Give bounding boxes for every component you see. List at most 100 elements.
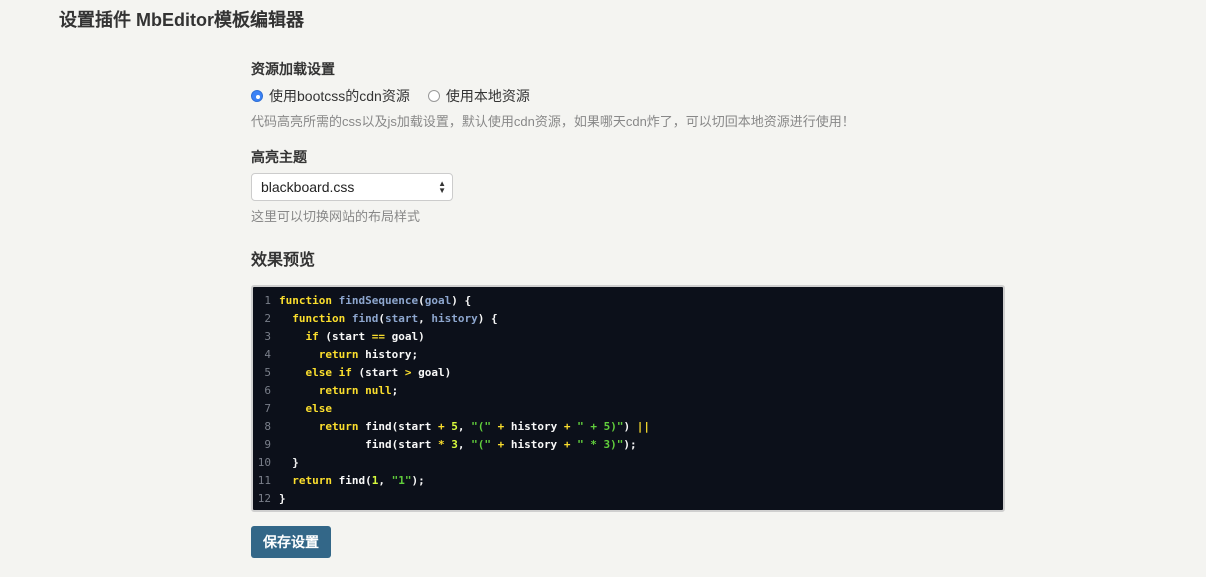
resource-help: 代码高亮所需的css以及js加载设置，默认使用cdn资源，如果哪天cdn炸了，可… — [251, 114, 855, 129]
code-token: * — [437, 438, 445, 451]
radio-cdn-label: 使用bootcss的cdn资源 — [269, 88, 410, 104]
code-text: } — [279, 454, 299, 472]
code-token: if — [305, 330, 319, 343]
resource-radio-group: 使用bootcss的cdn资源 使用本地资源 — [251, 86, 548, 106]
radio-cdn-dot[interactable] — [251, 90, 263, 102]
radio-local[interactable]: 使用本地资源 — [427, 86, 530, 106]
code-token: ( — [418, 294, 425, 307]
code-token: " * 3)" — [577, 438, 624, 451]
line-number: 11 — [257, 474, 271, 487]
code-token: return — [292, 474, 332, 487]
code-token: 3 — [451, 438, 458, 451]
code-token: find( — [332, 474, 372, 487]
line-number: 6 — [264, 384, 271, 397]
code-token: return — [318, 420, 359, 433]
line-number: 9 — [264, 438, 271, 451]
line-number: 12 — [257, 492, 271, 505]
theme-label: 高亮主题 — [251, 149, 307, 165]
code-text: return find(1, "1"); — [279, 472, 425, 490]
code-token: ) { — [451, 294, 472, 307]
line-number: 2 — [264, 312, 271, 325]
code-text: else — [279, 400, 333, 418]
code-line: 3 if (start == goal) — [253, 328, 1003, 346]
code-token: == — [371, 330, 385, 343]
code-text: function findSequence(goal) { — [279, 292, 471, 310]
code-line: 2 function find(start, history) { — [253, 310, 1003, 328]
code-token: function — [292, 312, 346, 325]
code-text: if (start == goal) — [279, 328, 425, 346]
code-token: ) — [623, 420, 637, 433]
code-text: else if (start > goal) — [279, 364, 452, 382]
code-token: || — [636, 420, 650, 433]
code-token: } — [279, 456, 299, 469]
line-number: 7 — [264, 402, 271, 415]
code-line: 12} — [253, 490, 1003, 508]
code-token: history — [431, 312, 478, 325]
theme-select-value: blackboard.css — [261, 179, 355, 195]
code-text: return null; — [279, 382, 399, 400]
code-token: start — [384, 312, 419, 325]
code-token: history — [504, 420, 564, 433]
line-number: 8 — [264, 420, 271, 433]
radio-cdn[interactable]: 使用bootcss的cdn资源 — [251, 86, 410, 106]
code-token: else — [305, 402, 333, 415]
code-token: "(" — [471, 438, 491, 451]
code-token: 5 — [451, 420, 458, 433]
code-token: "1" — [391, 474, 412, 487]
code-token: function — [279, 294, 332, 307]
code-token: "(" — [471, 420, 491, 433]
code-text: } — [279, 490, 286, 508]
code-token: return — [318, 384, 359, 397]
line-number: 10 — [257, 456, 271, 469]
code-text: return find(start + 5, "(" + history + "… — [279, 418, 650, 436]
code-line: 8 return find(start + 5, "(" + history +… — [253, 418, 1003, 436]
code-token: , — [418, 312, 432, 325]
code-line: 1 function findSequence(goal) { — [253, 292, 1003, 310]
code-token: " + 5)" — [577, 420, 624, 433]
code-text: function find(start, history) { — [279, 310, 498, 328]
code-preview: 1 function findSequence(goal) {2 function… — [251, 285, 1005, 512]
code-line: 7 else — [253, 400, 1003, 418]
page-title: 设置插件 MbEditor模板编辑器 — [59, 10, 304, 30]
code-token: findSequence — [338, 294, 419, 307]
save-button[interactable]: 保存设置 — [251, 526, 331, 558]
code-token: null — [365, 384, 392, 397]
code-token: goal) — [411, 366, 452, 379]
code-token: find — [351, 312, 379, 325]
code-token: , — [378, 474, 392, 487]
code-token: ) { — [477, 312, 498, 325]
code-token: find(start — [279, 438, 438, 451]
code-token: (start — [351, 366, 405, 379]
code-text: find(start * 3, "(" + history + " * 3)")… — [279, 436, 637, 454]
resource-label: 资源加载设置 — [251, 61, 335, 77]
code-token: ; — [391, 384, 399, 397]
code-token: ( — [378, 312, 385, 325]
radio-local-dot[interactable] — [427, 90, 440, 102]
code-token: else if — [305, 366, 352, 379]
code-token: find(start — [358, 420, 438, 433]
code-line: 6 return null; — [253, 382, 1003, 400]
line-number: 5 — [264, 366, 271, 379]
line-number: 1 — [264, 294, 271, 307]
code-token: history — [504, 438, 564, 451]
theme-select[interactable]: blackboard.css ▲ ▼ — [251, 173, 453, 201]
line-number: 3 — [264, 330, 271, 343]
code-token: (start — [318, 330, 372, 343]
code-token: ); — [411, 474, 425, 487]
code-token: , — [457, 438, 472, 451]
code-line: 10 } — [253, 454, 1003, 472]
preview-title: 效果预览 — [251, 252, 316, 269]
code-text: return history; — [279, 346, 418, 364]
line-number: 4 — [264, 348, 271, 361]
code-token: return — [318, 348, 359, 361]
